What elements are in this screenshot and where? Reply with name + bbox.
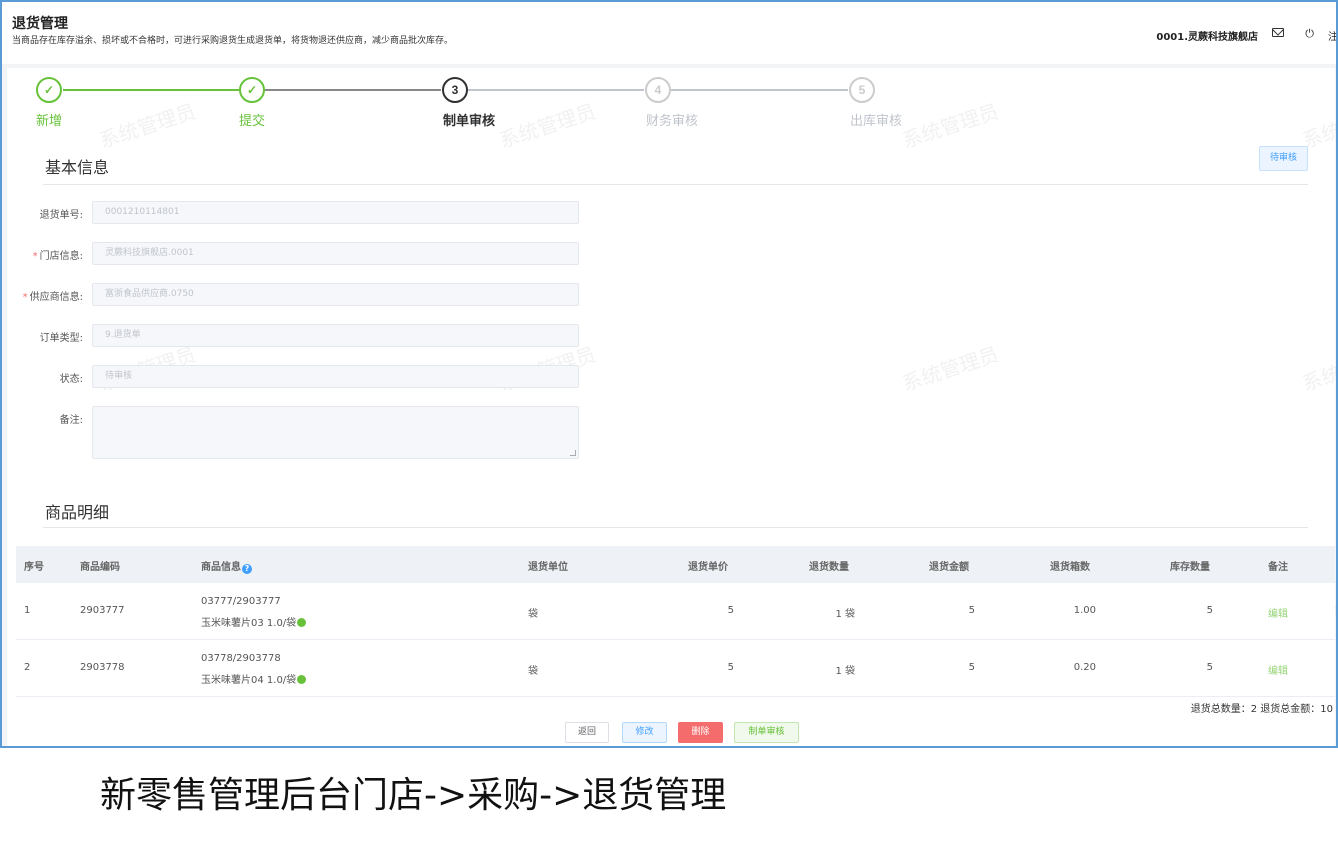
watermark: 系统管理员 <box>899 342 1002 396</box>
info-dot-icon[interactable] <box>297 618 307 627</box>
logout-label[interactable]: 注 <box>1328 28 1336 43</box>
page-title: 退货管理 <box>12 16 68 32</box>
store-info-field[interactable]: 灵蕨科技旗舰店.0001 <box>92 242 579 265</box>
store-name[interactable]: 0001.灵蕨科技旗舰店 <box>1156 28 1258 43</box>
step-5-number: 5 <box>849 77 875 103</box>
col-boxes: 退货箱数 <box>1050 562 1090 573</box>
row-qty: 1 袋 <box>835 609 855 620</box>
step-1-label: 新增 <box>36 114 63 129</box>
col-index: 序号 <box>24 562 44 573</box>
back-button[interactable]: 返回 <box>565 722 609 743</box>
col-info: 商品信息? <box>201 558 252 574</box>
watermark: 系统管理员 <box>1299 99 1338 153</box>
info-dot-icon[interactable] <box>297 675 307 684</box>
page-header: 退货管理 当商品存在库存溢余、损坏或不合格时，可进行采购退货生成退货单，将货物退… <box>2 2 1336 64</box>
col-stock: 库存数量 <box>1170 562 1210 573</box>
remark-textarea[interactable] <box>92 406 579 459</box>
row-amount: 5 <box>968 605 975 616</box>
row-price: 5 <box>727 605 734 616</box>
row-index: 1 <box>24 605 31 616</box>
row-qty: 1 袋 <box>835 666 855 677</box>
supplier-info-field[interactable]: 富浙食品供应商.0750 <box>92 283 579 306</box>
step-connector <box>265 89 441 91</box>
row-boxes: 0.20 <box>1073 662 1096 673</box>
row-price: 5 <box>727 662 734 673</box>
step-2-label: 提交 <box>239 114 266 129</box>
delete-button[interactable]: 删除 <box>678 722 723 743</box>
row-stock: 5 <box>1206 605 1213 616</box>
step-connector <box>468 89 644 91</box>
return-summary: 退货总数量：2 退货总金额：10 <box>1190 704 1333 715</box>
help-icon[interactable]: ? <box>242 564 252 574</box>
row-stock: 5 <box>1206 662 1213 673</box>
row-info-code: 03778/2903778 <box>201 653 281 664</box>
status-label: 状态: <box>59 374 83 385</box>
step-3-label: 制单审核 <box>443 114 496 129</box>
watermark: 系统管理员 <box>899 99 1002 153</box>
step-5-label: 出库审核 <box>850 114 903 129</box>
audit-button[interactable]: 制单审核 <box>734 722 799 743</box>
supplier-info-label: * 供应商信息: <box>22 292 83 303</box>
step-4-label: 财务审核 <box>646 114 699 129</box>
power-icon[interactable]: ⏻ <box>1305 27 1314 41</box>
caption-text: 新零售管理后台门店->采购->退货管理 <box>100 775 727 816</box>
watermark: 系统管理员 <box>496 99 599 153</box>
step-connector <box>63 89 239 91</box>
mail-icon[interactable] <box>1272 28 1284 37</box>
row-edit-link[interactable]: 编辑 <box>1268 605 1288 620</box>
step-1-check-icon: ✓ <box>36 77 62 103</box>
row-info-code: 03777/2903777 <box>201 596 281 607</box>
status-field[interactable]: 待审核 <box>92 365 579 388</box>
col-qty: 退货数量 <box>809 562 849 573</box>
col-unit: 退货单位 <box>528 562 568 573</box>
order-type-label: 订单类型: <box>39 333 83 344</box>
row-amount: 5 <box>968 662 975 673</box>
watermark: 系统管理员 <box>1299 342 1338 396</box>
basic-info-title: 基本信息 <box>45 158 110 177</box>
table-row: 1 2903777 03777/2903777 玉米味薯片03 1.0/袋 袋 … <box>16 583 1335 640</box>
return-no-field[interactable]: 0001210114801 <box>92 201 579 224</box>
section-divider <box>43 184 1308 185</box>
status-badge[interactable]: 待审核 <box>1259 146 1308 171</box>
watermark: 系统管理员 <box>96 99 199 153</box>
edit-button[interactable]: 修改 <box>622 722 667 743</box>
table-row: 2 2903778 03778/2903778 玉米味薯片04 1.0/袋 袋 … <box>16 640 1335 697</box>
table-header: 序号 商品编码 商品信息? 退货单位 退货单价 退货数量 退货金额 退货箱数 库… <box>16 546 1335 583</box>
detail-title: 商品明细 <box>45 503 110 522</box>
row-boxes: 1.00 <box>1073 605 1096 616</box>
row-info-name: 玉米味薯片03 1.0/袋 <box>201 614 307 629</box>
step-2-check-icon: ✓ <box>239 77 265 103</box>
page-description: 当商品存在库存溢余、损坏或不合格时，可进行采购退货生成退货单，将货物退还供应商，… <box>12 36 454 46</box>
col-remark: 备注 <box>1268 562 1288 573</box>
step-4-number: 4 <box>645 77 671 103</box>
row-unit: 袋 <box>528 666 538 677</box>
store-info-label: * 门店信息: <box>32 251 83 262</box>
order-type-field[interactable]: 9.退货单 <box>92 324 579 347</box>
col-code: 商品编码 <box>80 562 120 573</box>
main-card: 系统管理员 系统管理员 系统管理员 系统管理员 系统管理员 系统管理员 系统管理… <box>7 68 1338 746</box>
step-3-number: 3 <box>442 77 468 103</box>
remark-label: 备注: <box>59 415 83 426</box>
col-amount: 退货金额 <box>929 562 969 573</box>
row-info-name: 玉米味薯片04 1.0/袋 <box>201 671 307 686</box>
section-divider <box>43 527 1308 528</box>
app-window: 退货管理 当商品存在库存溢余、损坏或不合格时，可进行采购退货生成退货单，将货物退… <box>0 0 1338 748</box>
row-unit: 袋 <box>528 609 538 620</box>
return-no-label: 退货单号: <box>39 210 83 221</box>
row-code: 2903777 <box>80 605 125 616</box>
col-price: 退货单价 <box>688 562 728 573</box>
resize-grip-icon[interactable] <box>570 450 576 456</box>
step-connector <box>671 89 848 91</box>
row-index: 2 <box>24 662 31 673</box>
row-edit-link[interactable]: 编辑 <box>1268 662 1288 677</box>
row-code: 2903778 <box>80 662 125 673</box>
